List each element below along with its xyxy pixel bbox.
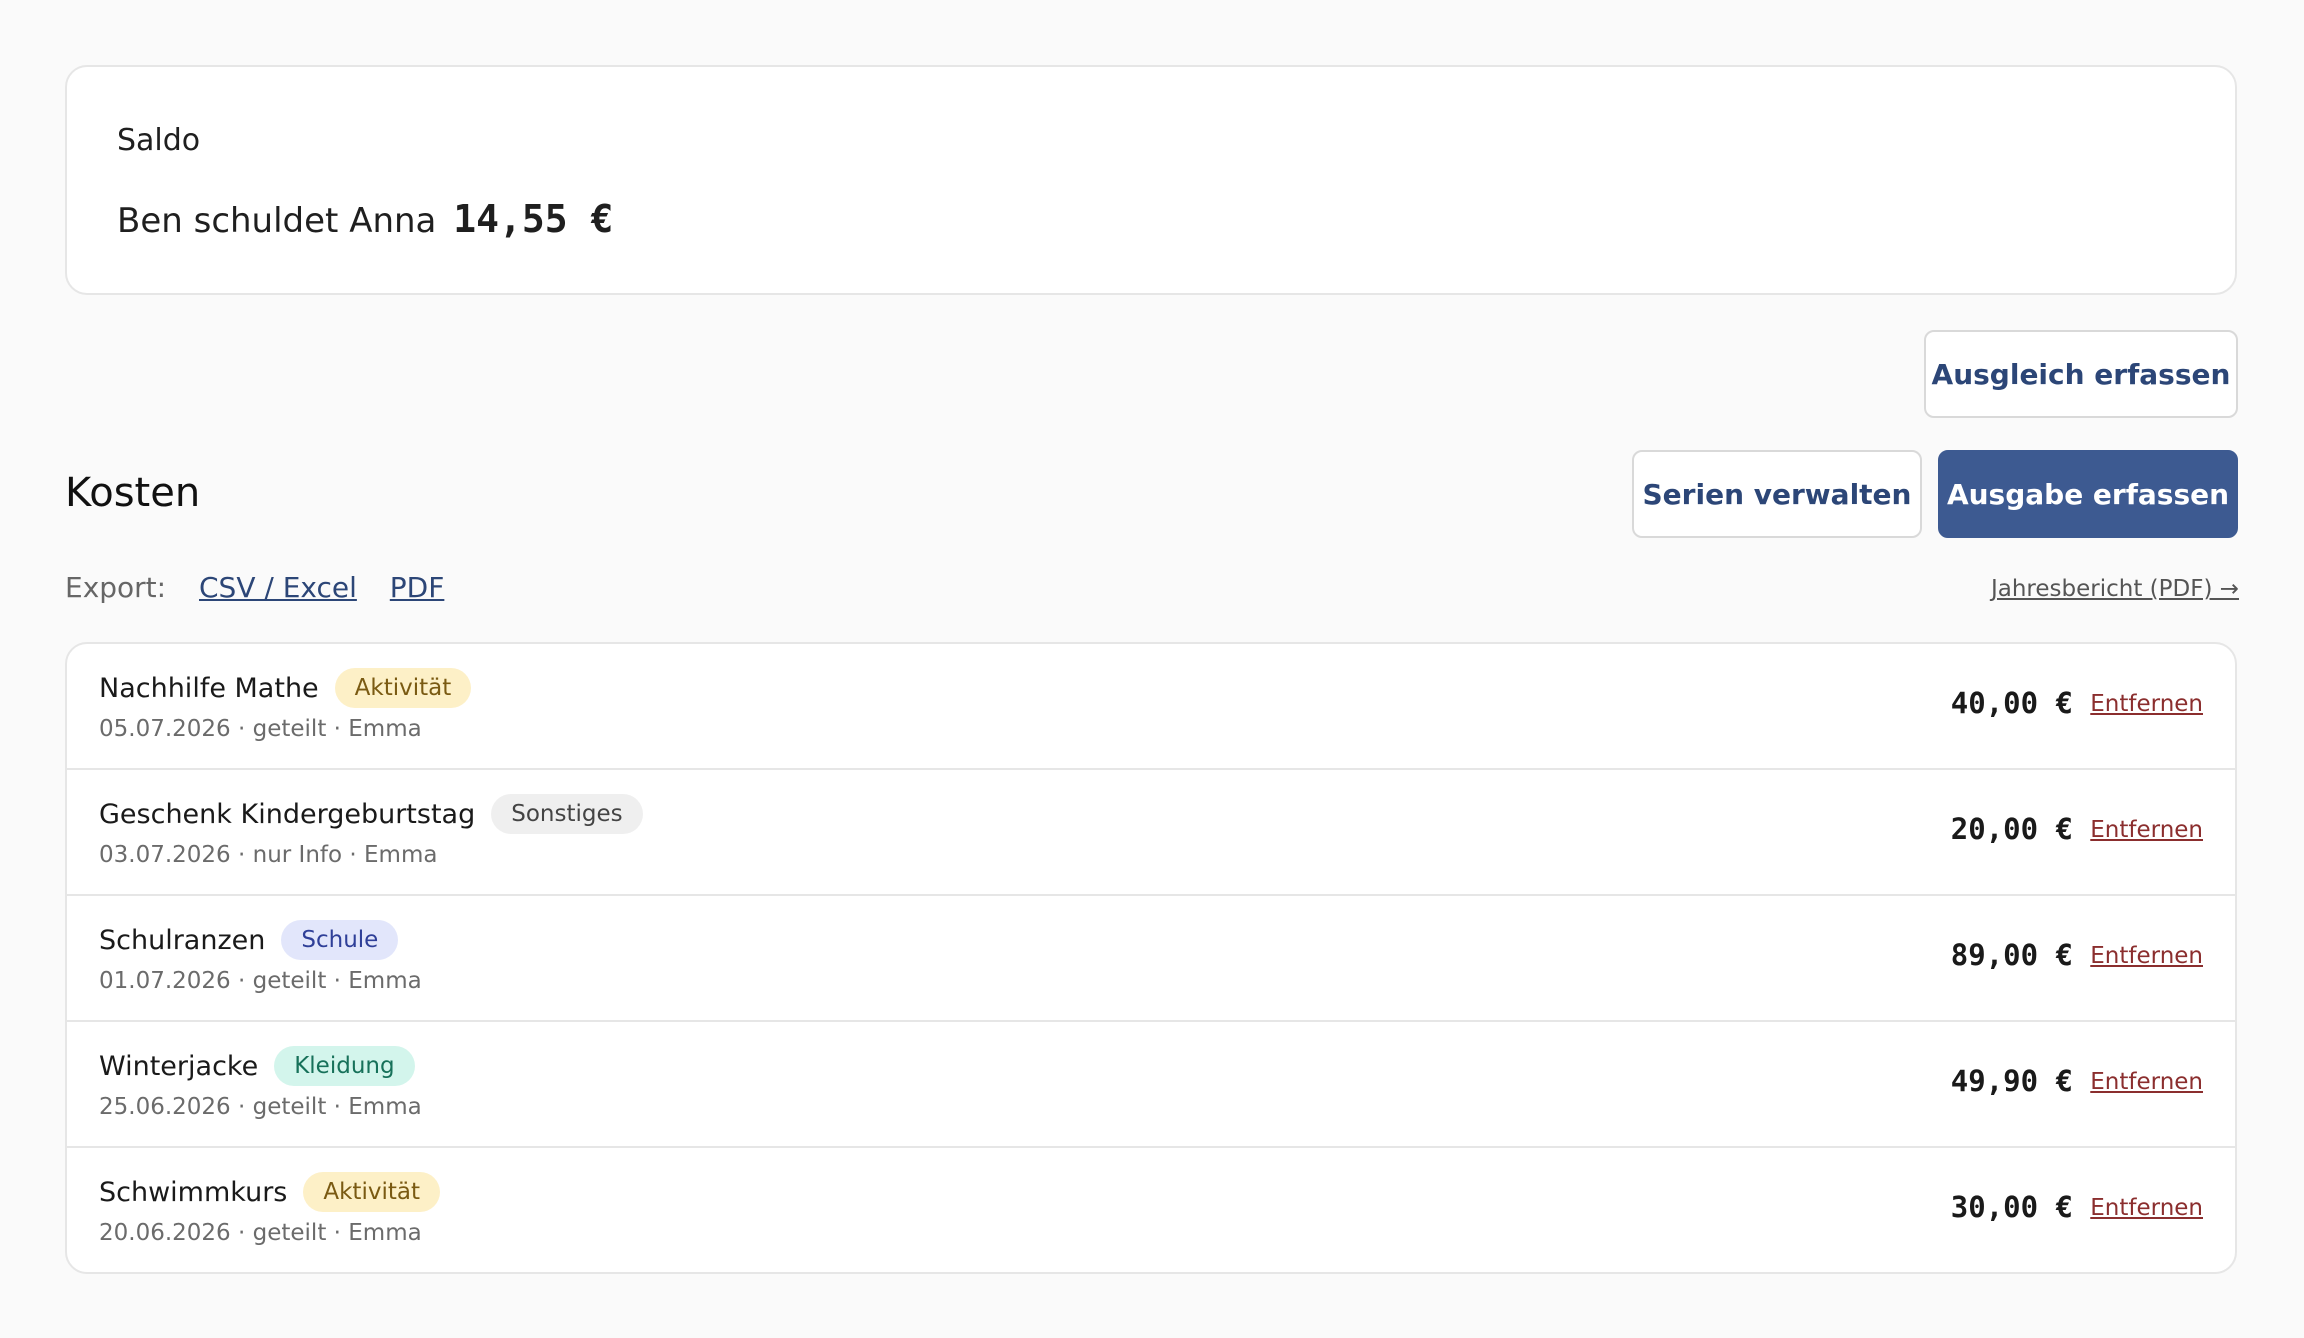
- expense-title-line: Schwimmkurs Aktivität: [99, 1172, 440, 1212]
- expense-amount: 40,00 €: [1950, 686, 2073, 720]
- add-expense-button[interactable]: Ausgabe erfassen: [1938, 450, 2238, 538]
- balance-amount: 14,55 €: [453, 197, 614, 241]
- expense-title: Geschenk Kindergeburtstag: [99, 798, 476, 830]
- expense-title-line: Geschenk Kindergeburtstag Sonstiges: [99, 794, 643, 834]
- category-badge: Aktivität: [303, 1172, 440, 1212]
- expense-title-line: Winterjacke Kleidung: [99, 1046, 415, 1086]
- expense-amount: 49,90 €: [1950, 1064, 2073, 1098]
- remove-expense-link[interactable]: Entfernen: [2090, 943, 2203, 969]
- category-badge: Kleidung: [274, 1046, 415, 1086]
- expense-title: Schulranzen: [99, 924, 266, 956]
- expense-amount: 20,00 €: [1950, 812, 2073, 846]
- remove-expense-link[interactable]: Entfernen: [2090, 1069, 2203, 1095]
- export-row: Export: CSV / Excel PDF: [65, 571, 444, 604]
- balance-label: Saldo: [117, 123, 201, 158]
- expense-meta: 01.07.2026 · geteilt · Emma: [99, 968, 422, 994]
- export-csv-link[interactable]: CSV / Excel: [199, 571, 357, 604]
- remove-expense-link[interactable]: Entfernen: [2090, 691, 2203, 717]
- expense-title: Schwimmkurs: [99, 1176, 288, 1208]
- expense-meta: 20.06.2026 · geteilt · Emma: [99, 1220, 422, 1246]
- expense-row: Geschenk Kindergeburtstag Sonstiges 03.0…: [67, 770, 2235, 896]
- category-badge: Sonstiges: [491, 794, 643, 834]
- expense-meta: 05.07.2026 · geteilt · Emma: [99, 716, 422, 742]
- yearly-report-link[interactable]: Jahresbericht (PDF) →: [1991, 576, 2239, 602]
- expense-amount: 30,00 €: [1950, 1190, 2073, 1224]
- expense-row: Nachhilfe Mathe Aktivität 05.07.2026 · g…: [67, 644, 2235, 770]
- export-label: Export:: [65, 571, 167, 604]
- expense-title-line: Schulranzen Schule: [99, 920, 399, 960]
- export-pdf-link[interactable]: PDF: [390, 571, 445, 604]
- manage-series-button[interactable]: Serien verwalten: [1632, 450, 1922, 538]
- expense-amount: 89,00 €: [1950, 938, 2073, 972]
- expense-title: Winterjacke: [99, 1050, 259, 1082]
- costs-heading: Kosten: [65, 470, 201, 516]
- expense-meta: 25.06.2026 · geteilt · Emma: [99, 1094, 422, 1120]
- expense-row: Schulranzen Schule 01.07.2026 · geteilt …: [67, 896, 2235, 1022]
- expense-meta: 03.07.2026 · nur Info · Emma: [99, 842, 438, 868]
- category-badge: Schule: [281, 920, 399, 960]
- remove-expense-link[interactable]: Entfernen: [2090, 817, 2203, 843]
- expense-row: Schwimmkurs Aktivität 20.06.2026 · getei…: [67, 1148, 2235, 1272]
- page: Saldo Ben schuldet Anna 14,55 € Ausgleic…: [0, 0, 2304, 1338]
- record-settlement-button[interactable]: Ausgleich erfassen: [1924, 330, 2238, 418]
- expense-row: Winterjacke Kleidung 25.06.2026 · geteil…: [67, 1022, 2235, 1148]
- expense-list: Nachhilfe Mathe Aktivität 05.07.2026 · g…: [65, 642, 2237, 1274]
- balance-summary: Ben schuldet Anna 14,55 €: [117, 197, 613, 241]
- expense-title: Nachhilfe Mathe: [99, 672, 319, 704]
- balance-text: Ben schuldet Anna: [117, 201, 437, 241]
- expense-title-line: Nachhilfe Mathe Aktivität: [99, 668, 472, 708]
- balance-card: Saldo Ben schuldet Anna 14,55 €: [65, 65, 2237, 295]
- category-badge: Aktivität: [334, 668, 472, 708]
- remove-expense-link[interactable]: Entfernen: [2090, 1195, 2203, 1221]
